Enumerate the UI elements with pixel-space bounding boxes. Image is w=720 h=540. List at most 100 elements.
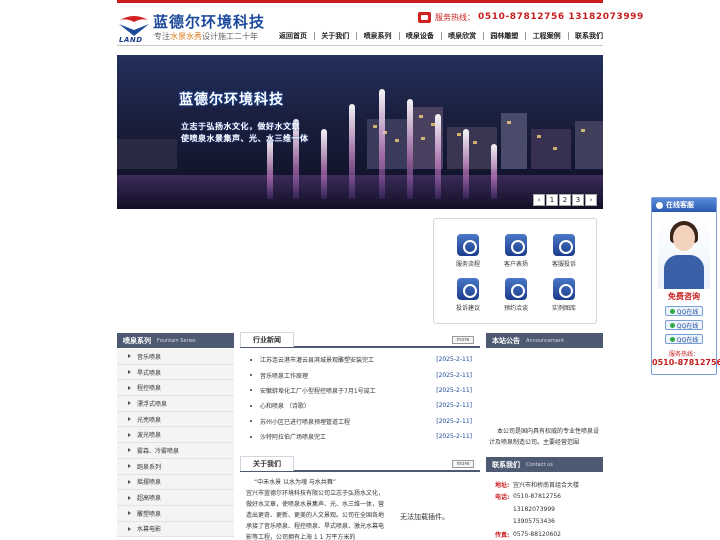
- service-gallery-link[interactable]: 实例图库: [544, 278, 584, 312]
- brand-title: 蓝德尔环境科技: [153, 13, 266, 31]
- contact-row: 电话: 0510-87812756: [495, 493, 561, 502]
- sidebar-item[interactable]: 水幕电影: [117, 521, 234, 538]
- news-more-button[interactable]: more: [452, 336, 474, 344]
- qq-online-button[interactable]: QQ在线: [665, 320, 703, 330]
- online-service-header[interactable]: 在线客服: [652, 198, 716, 212]
- section-title: 喷泉系列: [123, 336, 151, 345]
- suggestion-icon: [457, 278, 479, 300]
- free-consult-label: 免费咨询: [668, 292, 700, 301]
- contact-row: 传真: 0575-88120602: [495, 530, 561, 539]
- site-logo[interactable]: LAND 蓝德尔环境科技 专注水景水秀设计施工二十年: [117, 10, 277, 44]
- sidebar-item[interactable]: 旱式喷泉: [117, 364, 234, 381]
- news-list: 江苏连云港市灌云县滨城景观雕塑安装完工 [2025-2-11] 音乐喷泉工作原理[…: [250, 352, 472, 444]
- qq-online-button[interactable]: QQ在线: [665, 334, 703, 344]
- about-more-button[interactable]: more: [452, 460, 474, 468]
- news-item[interactable]: 心和喷泉 （诗歌） [2025-2-11]: [250, 398, 472, 413]
- fountain-jet: [267, 139, 273, 199]
- news-item[interactable]: 苏州小区已进行喷泉预埋管道工程 [2025-2-11]: [250, 414, 472, 429]
- online-service-widget: 在线客服 免费咨询 QQ在线 QQ在线 QQ在线 服务热线： 0510-8781…: [651, 197, 720, 375]
- pager-page-button[interactable]: 2: [559, 194, 571, 206]
- sidebar-item[interactable]: 漂浮式喷泉: [117, 396, 234, 412]
- sidebar-item[interactable]: 音乐喷泉: [117, 349, 234, 365]
- about-description: 宜兴市蓝德尔环境科技有限公司立志于弘扬水文化，做好水文章，使喷泉水景集声、光、水…: [246, 490, 385, 540]
- about-motto: “中禾水景 以水为魂 与水共舞”: [254, 479, 337, 486]
- fountain-jet: [407, 99, 413, 199]
- contact-row: 13182073999: [513, 505, 555, 513]
- pager-prev-button[interactable]: ‹: [533, 194, 545, 206]
- service-process-link[interactable]: 服务流程: [448, 234, 488, 268]
- contact-row: 地址: 宜兴市和桥南首组合大楼: [495, 481, 580, 489]
- header-hotline: 服务热线： 0510-87812756 13182073999: [418, 10, 644, 24]
- nav-fountain-equipment[interactable]: 喷泉设备: [406, 31, 434, 41]
- nav-about[interactable]: 关于我们: [321, 31, 349, 41]
- news-item[interactable]: 安徽蚌埠化工厂小型程控喷泉于7月1号竣工 [2025-2-11]: [250, 383, 472, 398]
- plugin-placeholder: 无法加载插件。: [400, 513, 449, 521]
- tab-industry-news[interactable]: 行业新闻: [240, 332, 294, 347]
- nav-sculpture[interactable]: 园林雕塑: [490, 31, 518, 41]
- bullet-icon: [250, 358, 252, 361]
- fountain-jet: [379, 89, 385, 199]
- sidebar-item[interactable]: 光亮喷泉: [117, 411, 234, 428]
- service-appointment-link[interactable]: 预约洽谈: [496, 278, 536, 312]
- sidebar-item[interactable]: 波光喷泉: [117, 427, 234, 444]
- sidebar-item[interactable]: 超高喷泉: [117, 490, 234, 506]
- contact-row: 13905753436: [513, 518, 555, 526]
- fountain-series-list: 音乐喷泉 旱式喷泉 程控喷泉 漂浮式喷泉 光亮喷泉 波光喷泉 雾森、冷雾喷泉 跑…: [117, 349, 234, 538]
- main-nav: 返回首页 关于我们 喷泉系列 喷泉设备 喷泉欣赏 园林雕塑 工程案例 联系我们: [279, 29, 603, 42]
- pager-page-button[interactable]: 1: [546, 194, 558, 206]
- nav-cases[interactable]: 工程案例: [533, 31, 561, 41]
- bullet-icon: [250, 435, 252, 438]
- bullet-icon: [250, 404, 252, 407]
- nav-contact[interactable]: 联系我们: [575, 31, 603, 41]
- fountain-jet: [463, 129, 469, 199]
- service-panel: 服务流程 客户表扬 客服投诉 投诉建议 预约洽谈 实例图库: [433, 218, 597, 324]
- about-text: “中禾水景 以水为魂 与水共舞” 宜兴市蓝德尔环境科技有限公司立志于弘扬水文化，…: [246, 477, 388, 540]
- section-subtitle: Contact us: [526, 461, 553, 468]
- news-item[interactable]: 音乐喷泉工作原理 [2025-2-11]: [250, 367, 472, 382]
- news-item[interactable]: 沙特阿拉伯广场喷泉完工 [2025-2-11]: [250, 429, 472, 444]
- hero-banner[interactable]: 蓝德尔环境科技 立志于弘扬水文化，做好水文章 使喷泉水景集声、光、水三维一体 ‹…: [117, 55, 603, 209]
- bullet-icon: [250, 420, 252, 423]
- section-subtitle: Announcement: [526, 337, 565, 344]
- nav-home[interactable]: 返回首页: [279, 31, 307, 41]
- appointment-icon: [505, 278, 527, 300]
- news-item[interactable]: 江苏连云港市灌云县滨城景观雕塑安装完工 [2025-2-11]: [250, 352, 472, 367]
- fountain-pool: [117, 175, 603, 209]
- service-praise-link[interactable]: 客户表扬: [496, 234, 536, 268]
- announcement-header: 本站公告 Announcement: [486, 333, 603, 348]
- header-divider: [117, 45, 603, 46]
- industry-news-header: 行业新闻 more: [240, 332, 480, 348]
- service-label: 服务流程: [455, 261, 480, 268]
- top-accent-line: [117, 0, 603, 3]
- float-hotline-number: 0510-87812756: [652, 358, 720, 367]
- service-complaint-link[interactable]: 客服投诉: [544, 234, 584, 268]
- sidebar-item[interactable]: 跑泉系列: [117, 458, 234, 475]
- qq-online-button[interactable]: QQ在线: [665, 306, 703, 316]
- sidebar-item[interactable]: 雕塑喷泉: [117, 505, 234, 522]
- announcement-text: 本公司是国内具有权威的专业性喷泉设计及喷泉制造公司。主要经营范围: [489, 428, 600, 446]
- sidebar-item[interactable]: 雾森、冷雾喷泉: [117, 443, 234, 459]
- banner-title: 蓝德尔环境科技: [179, 92, 284, 108]
- fountain-jet: [321, 129, 327, 199]
- nav-fountain-gallery[interactable]: 喷泉欣赏: [448, 31, 476, 41]
- hotline-numbers: 0510-87812756 13182073999: [478, 12, 644, 22]
- contact-info: 地址: 宜兴市和桥南首组合大楼 电话: 0510-87812756 13182073…: [495, 478, 603, 540]
- praise-icon: [505, 234, 527, 256]
- service-label: 实例图库: [551, 305, 576, 312]
- fountain-jet: [349, 104, 355, 199]
- hotline-label: 服务热线：: [435, 12, 475, 22]
- sidebar-item[interactable]: 程控喷泉: [117, 380, 234, 397]
- tab-about-us[interactable]: 关于我们: [240, 456, 294, 471]
- service-label: 客服投诉: [551, 261, 576, 268]
- gallery-icon: [553, 278, 575, 300]
- nav-fountain-series[interactable]: 喷泉系列: [364, 31, 392, 41]
- pager-next-button[interactable]: ›: [585, 194, 597, 206]
- service-label: 客户表扬: [503, 261, 528, 268]
- contact-header: 联系我们 Contact us: [486, 457, 603, 472]
- sidebar-item[interactable]: 摇摆喷泉: [117, 474, 234, 491]
- service-label: 投诉建议: [455, 305, 480, 312]
- service-suggestion-link[interactable]: 投诉建议: [448, 278, 488, 312]
- bullet-icon: [250, 389, 252, 392]
- pager-page-button[interactable]: 3: [572, 194, 584, 206]
- about-us-header: 关于我们 more: [240, 456, 480, 472]
